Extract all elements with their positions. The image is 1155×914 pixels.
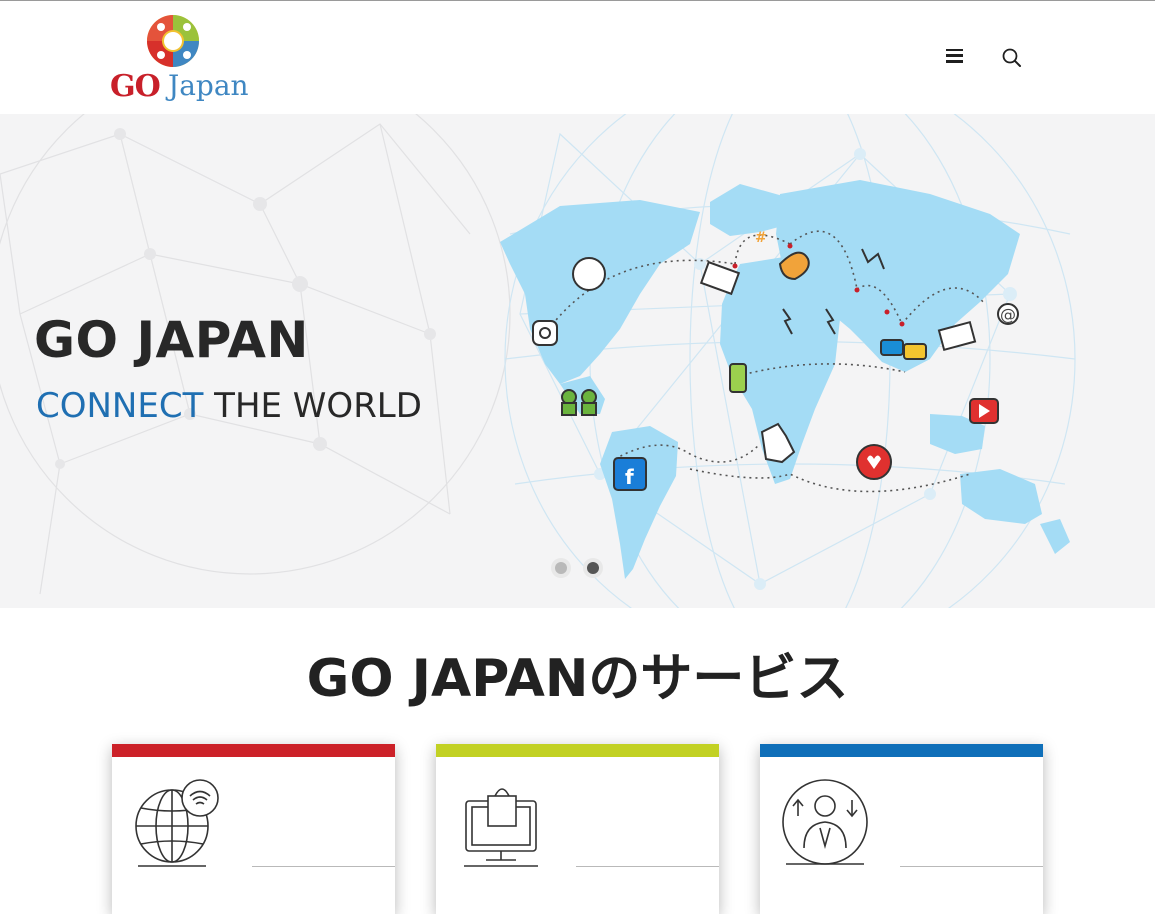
svg-text:f: f bbox=[625, 465, 634, 489]
hero-subtitle-rest: THE WORLD bbox=[203, 386, 422, 426]
card-color-bar bbox=[436, 744, 719, 757]
logo-mark-icon bbox=[147, 15, 199, 67]
hero-subtitle: CONNECT THE WORLD bbox=[36, 386, 422, 426]
card-divider bbox=[900, 866, 1043, 867]
card-divider bbox=[252, 866, 395, 867]
service-card-1[interactable] bbox=[112, 744, 395, 914]
hero-slider: f @ # GO JAPAN CONNECT THE WORLD bbox=[0, 114, 1155, 608]
slider-dot-1[interactable] bbox=[551, 558, 571, 578]
services-title: GO JAPANのサービス bbox=[306, 649, 849, 709]
hamburger-menu-icon[interactable] bbox=[942, 45, 968, 71]
globe-wifi-icon bbox=[135, 779, 219, 867]
card-divider bbox=[576, 866, 719, 867]
site-header: GO Japan bbox=[0, 1, 1155, 114]
card-color-bar bbox=[112, 744, 395, 757]
site-logo[interactable]: GO Japan bbox=[108, 11, 253, 107]
slider-dot-2[interactable] bbox=[583, 558, 603, 578]
svg-text:#: # bbox=[755, 230, 767, 246]
service-card-3[interactable] bbox=[760, 744, 1043, 914]
online-shopping-icon bbox=[464, 788, 538, 867]
hero-subtitle-accent: CONNECT bbox=[36, 386, 204, 426]
person-growth-icon bbox=[782, 779, 868, 865]
service-card-2[interactable] bbox=[436, 744, 719, 914]
logo-go-text: GO bbox=[110, 69, 161, 104]
card-color-bar bbox=[760, 744, 1043, 757]
svg-text:@: @ bbox=[1000, 305, 1016, 324]
hero-title: GO JAPAN bbox=[34, 311, 309, 369]
logo-japan-text: Japan bbox=[168, 69, 249, 102]
search-icon[interactable] bbox=[998, 44, 1026, 72]
